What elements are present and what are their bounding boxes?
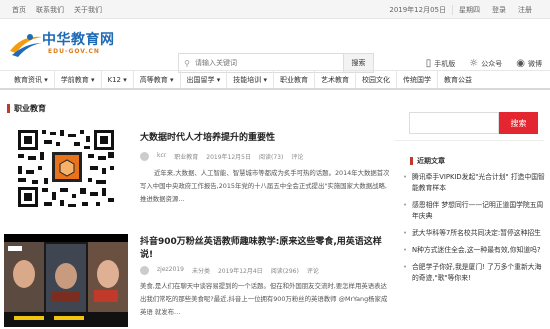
- wechat-link[interactable]: ☼ 公众号: [469, 58, 502, 69]
- article-views: 阅读(296): [270, 268, 299, 275]
- main-nav: 教育资讯 ▾ 学前教育 ▾ K12 ▾ 高等教育 ▾ 出国留学 ▾ 技能培训 ▾…: [0, 70, 550, 90]
- sidebar-search-input[interactable]: [409, 112, 499, 134]
- recent-post-item[interactable]: • 感恩相伴 梦想同行——记明正道国学院五周年庆典: [403, 200, 547, 222]
- top-link-home[interactable]: 首页: [12, 5, 26, 15]
- recent-post-item[interactable]: • 合肥学子你好,我是厦门! 了万多个重新大海的奇迹,"歌"等你来!: [403, 262, 547, 284]
- nav-item-higher[interactable]: 高等教育 ▾: [134, 71, 181, 88]
- nav-item-art[interactable]: 艺术教育: [315, 71, 356, 88]
- article-item: 抖音900万粉丝英语教师趣味教学:原来这些零食,用英语这样说! zjez2019…: [4, 234, 390, 329]
- nav-item-charity[interactable]: 教育公益: [438, 71, 478, 88]
- top-weekday: 星期四: [452, 5, 486, 15]
- phone-icon: ▯: [425, 58, 432, 69]
- article-comments[interactable]: 评论: [307, 266, 319, 275]
- author-avatar: [140, 266, 149, 275]
- article-meta: zjez2019 未分类 2019年12月4日 阅读(296) 评论: [140, 266, 319, 275]
- weibo-link[interactable]: ◉ 微博: [516, 58, 542, 69]
- article-meta: kcr 职业教育 2019年12月5日 阅读(73) 评论: [140, 152, 303, 161]
- nav-item-preschool[interactable]: 学前教育 ▾: [55, 71, 102, 88]
- section-title: 职业教育: [7, 104, 46, 113]
- top-link-about[interactable]: 关于我们: [74, 5, 102, 15]
- header: 中华教育网 EDU-GOV.CN ⚲ 搜索 ▯手机版 ☼公众号 ◉微博: [0, 19, 550, 73]
- sidebar-search-button[interactable]: 搜索: [499, 112, 538, 134]
- site-logo[interactable]: 中华教育网 EDU-GOV.CN: [8, 28, 138, 60]
- logo-text: 中华教育网: [42, 32, 115, 48]
- recent-post-item[interactable]: • 腾讯牵手VIPKID发起"光合计划" 打造中国智能教育样本: [403, 172, 547, 194]
- article-category[interactable]: 未分类: [192, 266, 210, 275]
- article-thumbnail[interactable]: [4, 234, 128, 327]
- nav-item-vocational[interactable]: 职业教育: [274, 71, 315, 88]
- recent-posts-title: 近期文章: [410, 157, 445, 165]
- nav-item-news[interactable]: 教育资讯 ▾: [8, 71, 55, 88]
- article-summary: 近年来,大数据、人工智能、智慧城市等都成为炙手可热的话题。2014年大数据首次写…: [140, 169, 390, 203]
- article-title[interactable]: 抖音900万粉丝英语教师趣味教学:原来这些零食,用英语这样说!: [140, 236, 390, 262]
- mobile-link[interactable]: ▯ 手机版: [426, 58, 456, 69]
- nav-item-guoxue[interactable]: 传统国学: [397, 71, 438, 88]
- video-thumbnail-image: [4, 234, 128, 327]
- bullet-icon: •: [403, 173, 408, 181]
- wechat-icon: ☼: [469, 58, 479, 69]
- qr-code-image: [4, 122, 128, 215]
- author-avatar: [140, 152, 149, 161]
- article-category[interactable]: 职业教育: [174, 152, 198, 161]
- bullet-icon: •: [403, 263, 408, 271]
- recent-post-item[interactable]: • N种方式迷住全会,这一种最有效,你知道吗?: [403, 245, 547, 256]
- article-author[interactable]: kcr: [157, 152, 166, 161]
- nav-item-abroad[interactable]: 出国留学 ▾: [181, 71, 228, 88]
- article-views: 阅读(73): [259, 154, 284, 161]
- article-date: 2019年12月5日: [206, 154, 251, 161]
- nav-item-skills[interactable]: 技能培训 ▾: [227, 71, 274, 88]
- top-date: 2019年12月05日: [389, 6, 446, 14]
- weibo-icon: ◉: [516, 58, 525, 69]
- nav-item-campus[interactable]: 校园文化: [356, 71, 397, 88]
- article-thumbnail[interactable]: [4, 122, 128, 215]
- article-date: 2019年12月4日: [217, 268, 263, 275]
- recent-post-item[interactable]: • 武大华科等7所名校共同决定:暂停这种招生: [403, 228, 547, 239]
- article-item: 大数据时代人才培养提升的重要性 kcr 职业教育 2019年12月5日 阅读(7…: [4, 122, 390, 222]
- login-link[interactable]: 登录: [486, 6, 512, 14]
- bullet-icon: •: [403, 246, 408, 254]
- article-comments[interactable]: 评论: [291, 152, 303, 161]
- nav-item-k12[interactable]: K12 ▾: [102, 71, 134, 88]
- register-link[interactable]: 注册: [512, 6, 538, 14]
- header-links: ▯ 手机版 ☼ 公众号 ◉ 微博: [426, 58, 542, 69]
- top-bar: 首页 联系我们 关于我们 2019年12月05日 星期四 登录 注册: [0, 0, 550, 19]
- bullet-icon: •: [403, 229, 408, 237]
- article-title[interactable]: 大数据时代人才培养提升的重要性: [140, 132, 275, 145]
- sidebar-divider: [394, 140, 544, 141]
- article-author[interactable]: zjez2019: [157, 266, 184, 275]
- logo-domain: EDU-GOV.CN: [48, 48, 100, 55]
- recent-posts-list: • 腾讯牵手VIPKID发起"光合计划" 打造中国智能教育样本 • 感恩相伴 梦想同…: [403, 172, 547, 290]
- article-summary: 美食,是人们在聊天中谈容易提到的一个话题。但在和外国朋友交流时,要怎样用英语表达…: [140, 282, 388, 316]
- bullet-icon: •: [403, 201, 408, 209]
- top-link-contact[interactable]: 联系我们: [36, 5, 64, 15]
- logo-swoosh-icon: [10, 34, 42, 57]
